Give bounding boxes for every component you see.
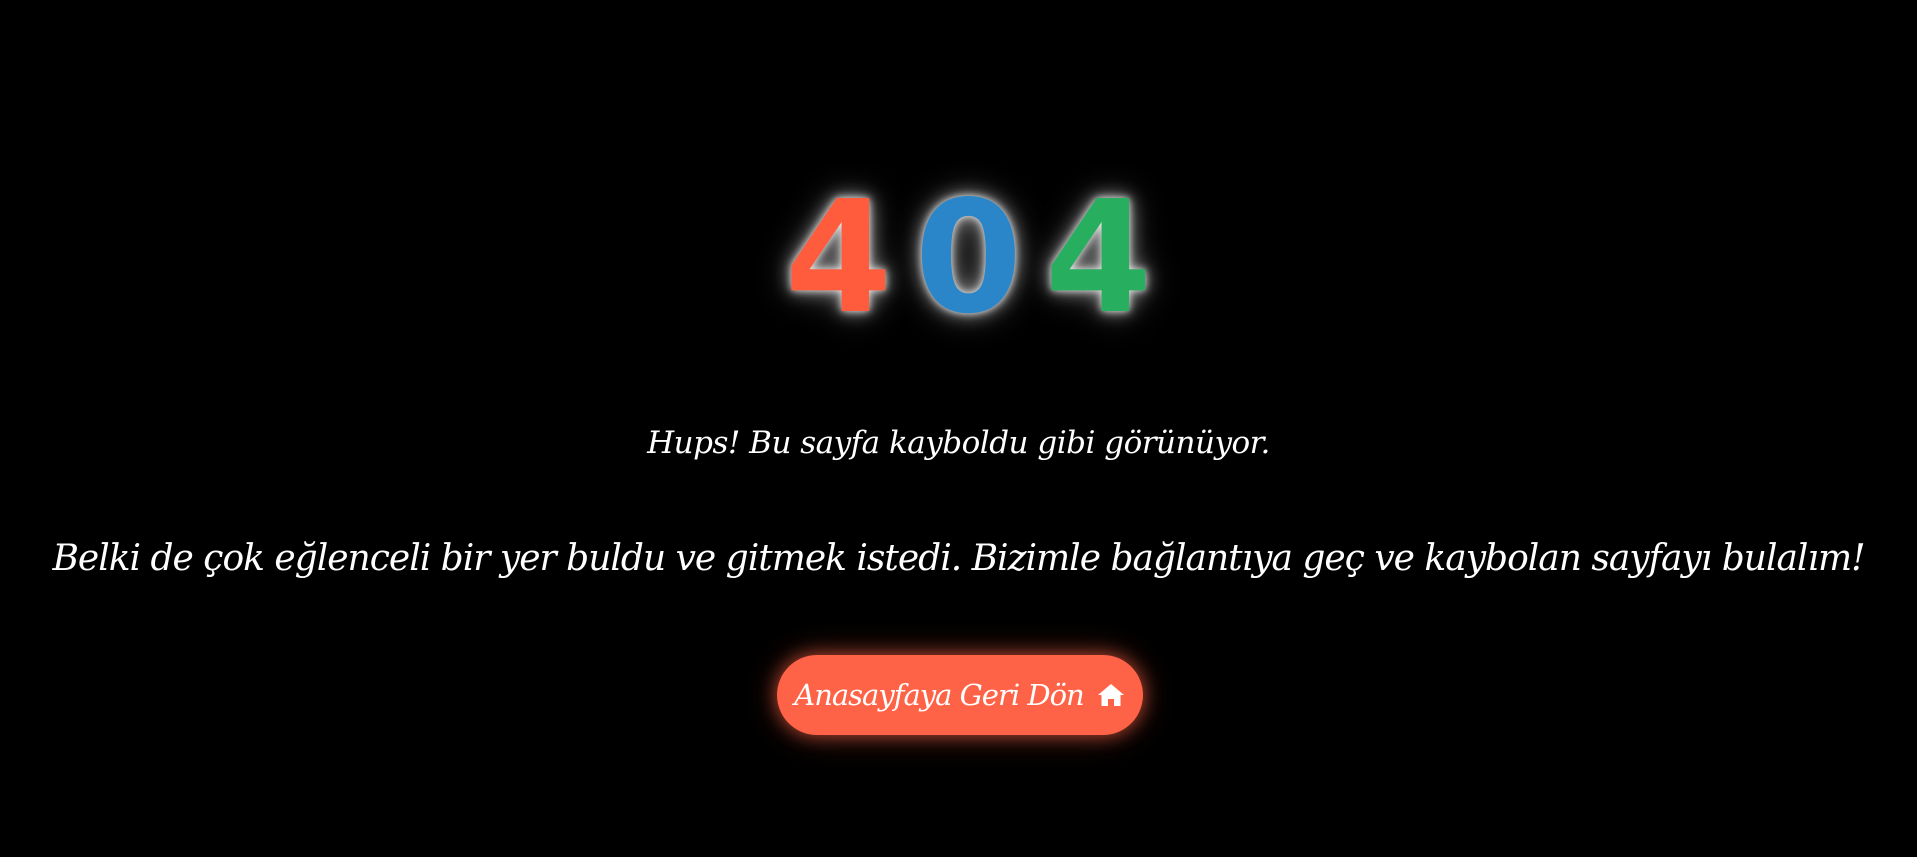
error-digit-second: 0 [914,167,1023,348]
error-page: 404 Hups! Bu sayfa kayboldu gibi görünüy… [0,0,1917,857]
home-button-label: Anasayfaya Geri Dön [794,678,1084,712]
error-digit-first: 4 [784,167,893,348]
error-digit-third: 4 [1044,167,1153,348]
error-subtitle: Hups! Bu sayfa kayboldu gibi görünüyor. [647,425,1270,461]
home-icon [1096,680,1126,710]
home-button[interactable]: Anasayfaya Geri Dön [777,655,1143,735]
error-code: 404 [0,180,1917,335]
error-message: Belki de çok eğlenceli bir yer buldu ve … [52,538,1865,579]
